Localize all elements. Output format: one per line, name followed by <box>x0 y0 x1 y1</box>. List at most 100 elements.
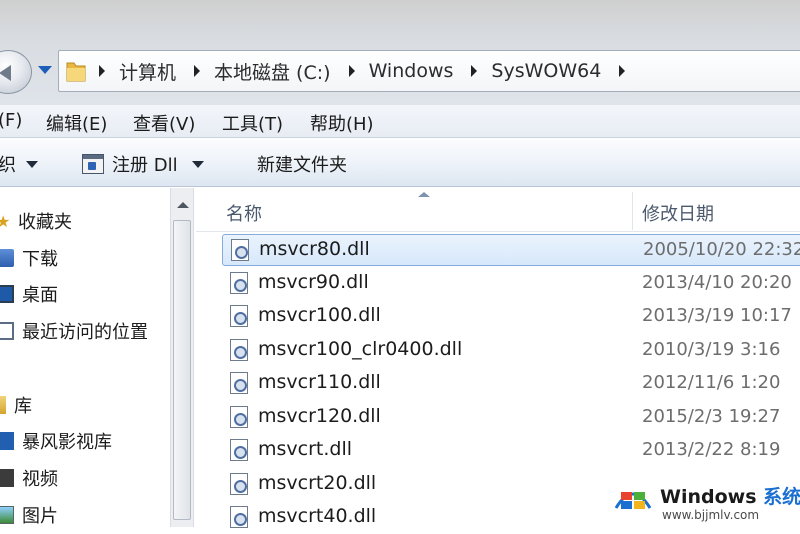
dll-file-icon <box>230 506 248 528</box>
dll-file-icon <box>230 272 248 294</box>
watermark-brand: Windows <box>660 486 757 508</box>
register-icon <box>82 154 104 174</box>
dll-file-icon <box>230 305 248 327</box>
file-name: msvcr90.dll <box>258 271 369 293</box>
file-row[interactable]: msvcr90.dll 2013/4/10 20:20 <box>222 268 800 300</box>
nav-scrollbar[interactable] <box>170 188 194 527</box>
scroll-up-icon[interactable] <box>177 202 189 208</box>
breadcrumb-item-computer[interactable]: 计算机 <box>119 58 176 85</box>
breadcrumb-arrow-icon[interactable] <box>471 65 478 77</box>
recent-places-icon <box>0 322 14 340</box>
file-name: msvcr100.dll <box>258 304 381 326</box>
nav-desktop-label: 桌面 <box>22 285 58 306</box>
nav-pictures[interactable]: 图片 <box>0 500 58 530</box>
nav-libraries[interactable]: 库 <box>0 390 32 420</box>
menu-help[interactable]: 帮助(H) <box>310 110 374 136</box>
nav-storm-library[interactable]: 暴风影视库 <box>0 426 112 456</box>
column-header-name[interactable]: 名称 <box>226 200 262 226</box>
breadcrumb-arrow-icon[interactable] <box>99 65 105 77</box>
dll-file-icon <box>230 473 248 495</box>
breadcrumb: 计算机 本地磁盘 (C:) Windows SysWOW64 <box>99 51 639 91</box>
library-icon <box>0 396 6 414</box>
file-name: msvcrt40.dll <box>258 505 377 527</box>
file-date-modified: 2015/2/3 19:27 <box>642 406 781 427</box>
nav-favorites[interactable]: ★ 收藏夹 <box>0 206 72 236</box>
watermark-title: Windows 系统之家 <box>660 482 800 509</box>
file-name: msvcr100_clr0400.dll <box>258 338 463 360</box>
nav-videos-label: 视频 <box>22 469 58 490</box>
chevron-down-icon <box>191 160 204 168</box>
windows-logo-icon <box>614 492 652 509</box>
nav-videos[interactable]: 视频 <box>0 463 58 493</box>
file-date-modified: 2013/4/10 20:20 <box>642 272 792 293</box>
menu-bar: (F) 编辑(E) 查看(V) 工具(T) 帮助(H) <box>0 105 800 138</box>
folder-icon <box>66 62 86 82</box>
dll-file-icon <box>230 439 248 461</box>
nav-libraries-label: 库 <box>14 396 32 417</box>
dll-file-icon <box>230 406 248 428</box>
nav-storm-label: 暴风影视库 <box>22 432 112 453</box>
file-name: msvcrt.dll <box>258 438 353 460</box>
dll-file-icon <box>230 372 248 394</box>
nav-downloads[interactable]: 下载 <box>0 243 58 273</box>
column-header-row: 名称 修改日期 <box>196 188 800 232</box>
nav-pictures-label: 图片 <box>22 506 58 527</box>
storm-library-icon <box>0 432 14 450</box>
file-date-modified: 2005/10/20 22:32 <box>643 239 800 260</box>
chevron-down-icon <box>26 160 38 168</box>
file-row[interactable]: msvcr110.dll 2012/11/6 1:20 <box>222 368 800 400</box>
new-folder-button[interactable]: 新建文件夹 <box>257 151 347 177</box>
pictures-icon <box>0 506 14 524</box>
nav-desktop[interactable]: 桌面 <box>0 279 58 309</box>
breadcrumb-arrow-icon[interactable] <box>348 65 355 77</box>
column-divider[interactable] <box>632 192 633 230</box>
file-date-modified: 2012/11/6 1:20 <box>642 372 781 393</box>
file-row[interactable]: msvcrt.dll 2013/2/22 8:19 <box>222 435 800 467</box>
back-button[interactable] <box>0 50 32 94</box>
scrollbar-thumb[interactable] <box>173 220 191 520</box>
file-date-modified: 2013/3/19 10:17 <box>642 305 792 326</box>
column-header-date-modified[interactable]: 修改日期 <box>642 200 714 226</box>
organize-button[interactable]: 织 <box>0 151 38 177</box>
watermark-url: www.bjjmlv.com <box>662 508 760 522</box>
navigation-pane: ★ 收藏夹 下载 桌面 最近访问的位置 库 暴风影视库 视频 图片 <box>0 188 170 527</box>
new-folder-label: 新建文件夹 <box>257 155 347 176</box>
register-dll-button[interactable]: 注册 Dll <box>82 151 204 177</box>
recent-pages-dropdown-icon[interactable] <box>38 66 52 74</box>
file-date-modified: 2010/3/19 3:16 <box>642 339 781 360</box>
desktop-icon <box>0 285 14 303</box>
breadcrumb-arrow-icon[interactable] <box>194 65 201 77</box>
menu-tools[interactable]: 工具(T) <box>222 110 283 136</box>
watermark-brand-cn: 系统之家 <box>763 486 800 508</box>
file-name: msvcr120.dll <box>258 405 381 427</box>
file-row[interactable]: msvcr100.dll 2013/3/19 10:17 <box>222 301 800 333</box>
file-name: msvcr110.dll <box>258 371 381 393</box>
breadcrumb-arrow-icon[interactable] <box>619 65 626 77</box>
nav-recent-label: 最近访问的位置 <box>22 322 148 343</box>
menu-file[interactable]: (F) <box>0 110 22 131</box>
file-row[interactable]: msvcr120.dll 2015/2/3 19:27 <box>222 402 800 434</box>
sort-ascending-icon <box>418 192 430 197</box>
organize-label: 织 <box>0 155 16 176</box>
dll-file-icon <box>231 239 249 261</box>
register-dll-label: 注册 Dll <box>112 155 178 176</box>
nav-recent-places[interactable]: 最近访问的位置 <box>0 316 148 346</box>
file-row[interactable]: msvcr80.dll 2005/10/20 22:32 <box>222 234 800 266</box>
download-icon <box>0 249 14 267</box>
address-bar-strip: 计算机 本地磁盘 (C:) Windows SysWOW64 <box>0 0 800 105</box>
file-row[interactable]: msvcr100_clr0400.dll 2010/3/19 3:16 <box>222 335 800 367</box>
watermark: Windows 系统之家 www.bjjmlv.com <box>610 472 800 527</box>
video-icon <box>0 469 14 487</box>
file-date-modified: 2013/2/22 8:19 <box>642 439 781 460</box>
file-name: msvcr80.dll <box>259 238 370 260</box>
breadcrumb-item-local-disk[interactable]: 本地磁盘 (C:) <box>214 58 331 85</box>
command-toolbar: 织 注册 Dll 新建文件夹 <box>0 139 800 187</box>
menu-edit[interactable]: 编辑(E) <box>46 110 107 136</box>
star-icon: ★ <box>0 211 11 231</box>
address-bar[interactable]: 计算机 本地磁盘 (C:) Windows SysWOW64 <box>58 50 800 92</box>
breadcrumb-item-windows[interactable]: Windows <box>369 60 454 82</box>
breadcrumb-item-syswow64[interactable]: SysWOW64 <box>491 60 601 82</box>
file-name: msvcrt20.dll <box>258 472 377 494</box>
dll-file-icon <box>230 339 248 361</box>
menu-view[interactable]: 查看(V) <box>133 110 195 136</box>
